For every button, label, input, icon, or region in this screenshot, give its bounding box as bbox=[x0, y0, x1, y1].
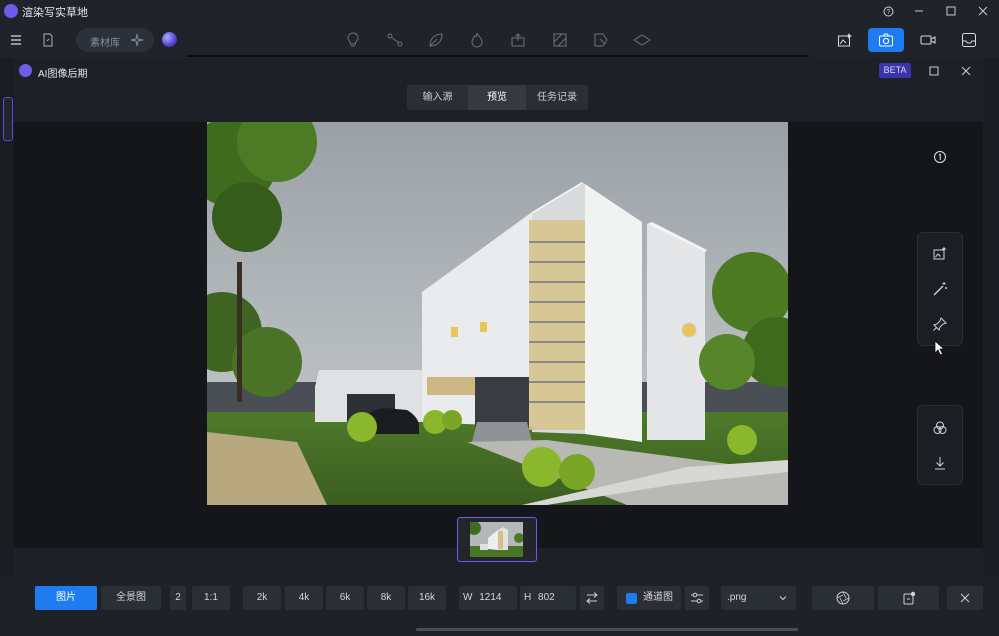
orb-icon[interactable] bbox=[162, 32, 177, 47]
export-icon[interactable] bbox=[508, 30, 528, 50]
title-bar bbox=[0, 0, 999, 22]
close-panel-button[interactable] bbox=[947, 586, 983, 610]
layers-icon[interactable] bbox=[632, 30, 652, 50]
tab-input-source[interactable]: 输入源 bbox=[407, 85, 468, 110]
horizontal-scrollbar[interactable] bbox=[416, 628, 798, 631]
chevron-down-icon bbox=[778, 594, 788, 602]
ratio-1-1-button[interactable]: 1:1 bbox=[192, 586, 230, 610]
asset-library-label: 素材库 bbox=[90, 38, 120, 49]
mode-panorama-button[interactable]: 全景图 bbox=[101, 586, 161, 610]
tab-preview[interactable]: 预览 bbox=[468, 85, 526, 110]
export-file-button[interactable] bbox=[878, 586, 939, 610]
frame-icon[interactable] bbox=[550, 30, 570, 50]
width-value: 1214 bbox=[479, 592, 502, 603]
toolbar-divider bbox=[187, 55, 809, 57]
inbox-icon[interactable] bbox=[959, 30, 979, 50]
mode-image-button[interactable]: 图片 bbox=[35, 586, 97, 610]
image-edit-icon[interactable] bbox=[835, 30, 855, 50]
flame-icon[interactable] bbox=[467, 30, 487, 50]
app-title: 渲染写实草地 bbox=[22, 7, 88, 19]
cursor-tag-icon[interactable] bbox=[591, 30, 611, 50]
app-logo bbox=[4, 4, 18, 18]
size-8k-button[interactable]: 8k bbox=[367, 586, 405, 610]
dialog-logo bbox=[19, 64, 32, 77]
mouse-cursor bbox=[934, 340, 946, 356]
maximize-button[interactable] bbox=[943, 3, 959, 19]
video-icon[interactable] bbox=[918, 30, 938, 50]
ratio-stub-button[interactable]: 2 bbox=[170, 586, 186, 610]
camera-icon bbox=[878, 32, 894, 48]
magic-wand-icon[interactable] bbox=[932, 281, 948, 297]
help-icon[interactable]: ? bbox=[880, 3, 896, 19]
rendered-image bbox=[207, 122, 788, 505]
color-circles-icon[interactable] bbox=[932, 420, 948, 436]
minimize-button[interactable] bbox=[911, 3, 927, 19]
leaf-icon[interactable] bbox=[426, 30, 446, 50]
svg-text:?: ? bbox=[886, 9, 890, 16]
dialog-maximize-button[interactable] bbox=[928, 65, 940, 77]
size-4k-button[interactable]: 4k bbox=[285, 586, 323, 610]
format-value: .png bbox=[727, 592, 747, 603]
beta-badge: BETA bbox=[879, 63, 911, 78]
aperture-button[interactable] bbox=[812, 586, 874, 610]
height-label: H bbox=[524, 592, 532, 603]
pin-icon[interactable] bbox=[932, 316, 948, 332]
right-panel-edge bbox=[983, 58, 999, 578]
sparkle-icon[interactable] bbox=[130, 33, 144, 47]
height-field[interactable]: H 802 bbox=[520, 586, 576, 610]
size-16k-button[interactable]: 16k bbox=[408, 586, 446, 610]
download-icon[interactable] bbox=[932, 455, 948, 471]
info-icon[interactable] bbox=[931, 148, 949, 166]
output-tool-panel bbox=[917, 405, 963, 485]
bulb-icon[interactable] bbox=[343, 30, 363, 50]
channel-map-checkbox[interactable] bbox=[626, 593, 637, 604]
dialog-close-button[interactable] bbox=[960, 65, 972, 77]
result-thumbnail-image bbox=[470, 522, 523, 557]
tab-task-history[interactable]: 任务记录 bbox=[526, 85, 588, 110]
file-icon[interactable] bbox=[38, 30, 58, 50]
swap-dimensions-button[interactable] bbox=[580, 586, 604, 610]
channel-settings-button[interactable] bbox=[685, 586, 709, 610]
close-window-button[interactable] bbox=[975, 3, 991, 19]
width-field[interactable]: W 1214 bbox=[459, 586, 517, 610]
size-6k-button[interactable]: 6k bbox=[326, 586, 364, 610]
width-label: W bbox=[463, 592, 473, 603]
image-edit-icon[interactable] bbox=[932, 245, 948, 261]
height-value: 802 bbox=[538, 592, 555, 603]
left-panel-selected-item bbox=[3, 97, 13, 141]
menu-icon[interactable] bbox=[6, 30, 26, 50]
size-2k-button[interactable]: 2k bbox=[243, 586, 281, 610]
graph-icon[interactable] bbox=[385, 30, 405, 50]
dialog-title: AI图像后期 bbox=[38, 69, 88, 80]
channel-map-label: 通道图 bbox=[643, 592, 673, 603]
dialog-header bbox=[14, 58, 983, 84]
